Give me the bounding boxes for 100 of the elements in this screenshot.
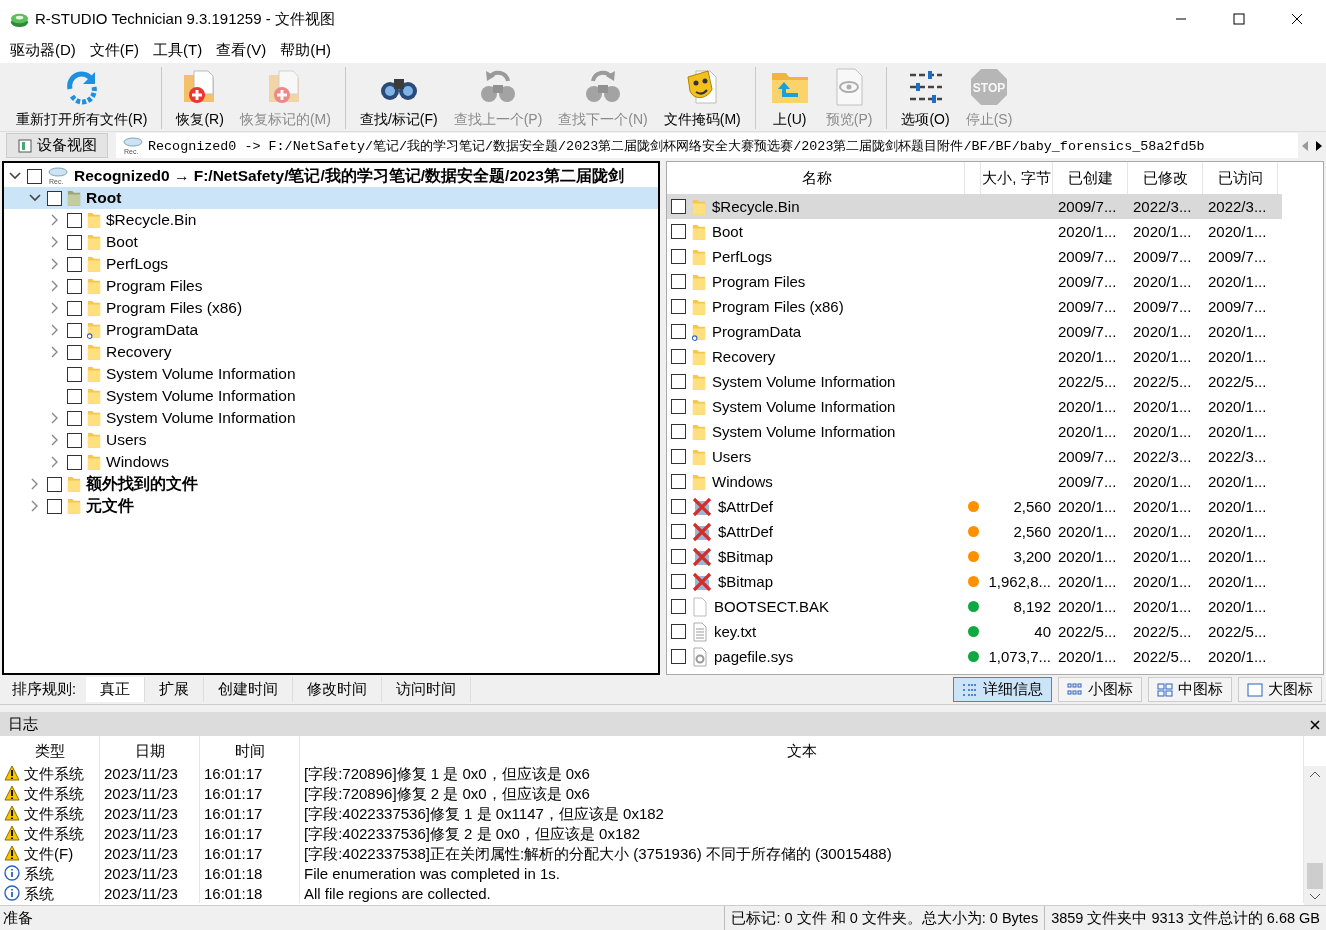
file-row[interactable]: BOOTSECT.BAK 8,192 2020/1... 2020/1... 2020/1... (667, 594, 1282, 620)
file-row[interactable]: $AttrDef 2,560 2020/1... 2020/1... 2020/1... (667, 494, 1282, 520)
tree-item[interactable]: Windows (4, 451, 658, 474)
file-row[interactable]: pagefile.sys 1,073,7... 2020/1... 2022/5... 2020/1... (667, 644, 1282, 670)
tree-item[interactable]: Program Files (x86) (4, 297, 658, 320)
date-cell-text: 2022/5... (1207, 373, 1268, 391)
file-row[interactable]: Users 2009/7... 2022/3... 2022/3... (667, 444, 1282, 470)
menu-item[interactable]: 驱动器(D) (4, 40, 82, 60)
sort-tab[interactable]: 真正 (86, 677, 146, 703)
menu-item[interactable]: 查看(V) (210, 40, 273, 60)
date-cell-text: 2020/1... (1057, 548, 1118, 566)
log-time: 16:01:17 (200, 843, 300, 864)
device-view-tab[interactable]: 设备视图 (6, 133, 108, 159)
log-date: 2023/11/23 (100, 766, 200, 784)
tree-label: ProgramData (106, 321, 199, 340)
tree-item[interactable]: System Volume Information (4, 363, 658, 386)
date-cell-text: 2009/7... (1057, 273, 1118, 291)
date-cell-text: 2020/1... (1207, 323, 1268, 341)
log-date: 2023/11/23 (100, 823, 200, 844)
log-time: 16:01:17 (200, 766, 300, 784)
column-header[interactable]: 文本 (300, 736, 1304, 767)
file-row[interactable]: System Volume Information 2020/1... 2020/1... 2020/1... (667, 394, 1282, 420)
log-time: 16:01:17 (200, 823, 300, 844)
toolbar-button[interactable]: 文件掩码(M) (655, 66, 756, 130)
file-row[interactable]: ProgramData 2009/7... 2020/1... 2020/1... (667, 319, 1282, 345)
date-cell-text: 2009/7... (1132, 298, 1193, 316)
sort-tab[interactable]: 创建时间 (204, 677, 294, 703)
date-cell-text: 2009/7... (1207, 248, 1268, 266)
file-row[interactable]: $Bitmap 3,200 2020/1... 2020/1... 2020/1... (667, 544, 1282, 570)
file-name: Program Files (x86) (712, 298, 844, 316)
tree-item[interactable]: Recovery (4, 341, 658, 364)
toolbar-button[interactable]: 选项(O) (893, 66, 958, 130)
file-row[interactable]: Program Files 2009/7... 2020/1... 2020/1... (667, 269, 1282, 295)
file-size: 2,560 (1012, 498, 1052, 516)
log-time: 16:01:18 (200, 883, 300, 904)
tree-item[interactable]: Root (4, 187, 658, 210)
file-row[interactable]: key.txt 40 2022/5... 2022/5... 2022/5... (667, 619, 1282, 645)
tree-item[interactable]: System Volume Information (4, 385, 658, 408)
file-name: System Volume Information (712, 423, 896, 441)
date-cell-text: 2020/1... (1207, 498, 1268, 516)
tree-label: Program Files (106, 277, 203, 296)
toolbar-button[interactable]: 上(U) (761, 66, 818, 130)
file-row[interactable]: $Recycle.Bin 2009/7... 2022/3... 2022/3... (667, 194, 1282, 220)
tree-item[interactable]: 额外找到的文件 (4, 473, 658, 496)
file-row[interactable]: Windows 2009/7... 2020/1... 2020/1... (667, 469, 1282, 495)
tree-item[interactable]: Boot (4, 231, 658, 254)
view-button[interactable]: 小图标 (1058, 677, 1142, 703)
menu-item[interactable]: 文件(F) (83, 40, 145, 60)
date-cell-text: 2020/1... (1132, 273, 1193, 291)
file-size: 1,073,7... (987, 648, 1052, 666)
tree-label: System Volume Information (106, 409, 296, 428)
sort-tab[interactable]: 访问时间 (382, 677, 472, 703)
view-button[interactable]: 大图标 (1238, 677, 1322, 703)
view-button[interactable]: 中图标 (1148, 677, 1232, 703)
date-cell-text: 2020/1... (1207, 348, 1268, 366)
date-cell-text: 2020/1... (1132, 423, 1193, 441)
tree-item[interactable]: PerfLogs (4, 253, 658, 276)
file-row[interactable]: $AttrDef 2,560 2020/1... 2020/1... 2020/1... (667, 519, 1282, 545)
menu-item[interactable]: 帮助(H) (274, 40, 337, 60)
file-row[interactable]: Recovery 2020/1... 2020/1... 2020/1... (667, 344, 1282, 370)
panel-title: 日志 (8, 714, 38, 734)
tree-item[interactable]: Users (4, 429, 658, 452)
toolbar-button[interactable]: 恢复(R) (168, 66, 232, 130)
log-date: 2023/11/23 (100, 863, 200, 884)
date-cell-text: 2022/3... (1207, 198, 1268, 216)
date-cell-text: 2009/7... (1057, 298, 1118, 316)
file-name: System Volume Information (712, 398, 896, 416)
file-row[interactable]: System Volume Information 2022/5... 2022/5... 2022/5... (667, 369, 1282, 395)
tree-item[interactable]: 元文件 (4, 495, 658, 518)
tree-item[interactable]: ProgramData (4, 319, 658, 342)
date-cell-text: 2009/7... (1057, 198, 1118, 216)
file-row[interactable]: $Bitmap 1,962,8... 2020/1... 2020/1... 2020/1... (667, 569, 1282, 595)
file-size: 2,560 (1012, 523, 1052, 541)
tree-label: $Recycle.Bin (106, 211, 197, 230)
column-header[interactable]: 日期 (100, 736, 200, 767)
date-cell-text: 2020/1... (1132, 348, 1193, 366)
log-type: 系统 (24, 885, 54, 901)
window-title: R-STUDIO Technician 9.3.191259 - 文件视图 (35, 9, 335, 29)
menu-item[interactable]: 工具(T) (147, 40, 209, 60)
log-type: 系统 (24, 865, 54, 881)
date-cell-text: 2020/1... (1207, 473, 1268, 491)
file-name: pagefile.sys (714, 648, 794, 666)
date-cell-text: 2020/1... (1132, 523, 1193, 541)
date-cell-text: 2022/5... (1132, 648, 1193, 666)
date-cell-text: 2020/1... (1132, 548, 1193, 566)
column-header[interactable]: 类型 (0, 736, 100, 767)
tree-item[interactable]: System Volume Information (4, 407, 658, 430)
toolbar-button[interactable]: 查找/标记(F) (351, 66, 446, 130)
tree-item[interactable]: $Recycle.Bin (4, 209, 658, 232)
sort-label: 排序规则: (12, 680, 77, 700)
sort-tab[interactable]: 修改时间 (293, 677, 383, 703)
file-row[interactable]: System Volume Information 2020/1... 2020/1... 2020/1... (667, 419, 1282, 445)
file-row[interactable]: Boot 2020/1... 2020/1... 2020/1... (667, 219, 1282, 245)
file-row[interactable]: PerfLogs 2009/7... 2009/7... 2009/7... (667, 244, 1282, 270)
sort-tab[interactable]: 扩展 (145, 677, 205, 703)
tree-item[interactable]: Program Files (4, 275, 658, 298)
view-button[interactable]: 详细信息 (953, 677, 1052, 703)
file-row[interactable]: Program Files (x86) 2009/7... 2009/7... 2009/7... (667, 294, 1282, 320)
toolbar-button[interactable]: 重新打开所有文件(R) (8, 66, 163, 130)
column-header[interactable]: 时间 (200, 736, 300, 767)
